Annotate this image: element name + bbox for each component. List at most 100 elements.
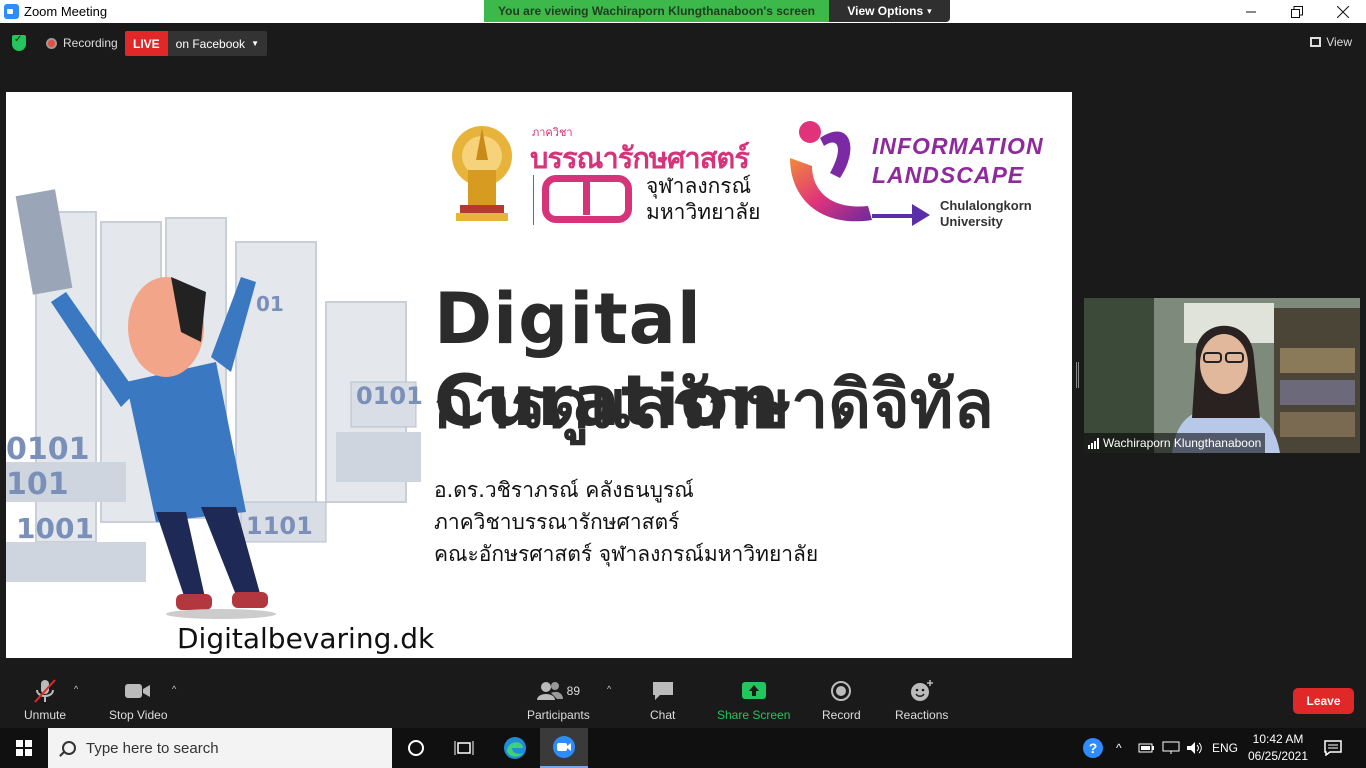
participant-name: Wachiraporn Klungthanaboon <box>1103 436 1262 450</box>
cu-logo-icon <box>542 175 632 223</box>
stop-video-button[interactable]: Stop Video <box>109 678 168 722</box>
shared-screen-slide: 0101 101 1001 0101 01 1101 Digitalbevarin… <box>6 92 1072 658</box>
view-button[interactable]: View <box>1310 35 1352 49</box>
microphone-muted-icon <box>34 679 56 703</box>
participants-count: 89 <box>566 684 581 698</box>
live-target-label: on Facebook <box>175 36 246 51</box>
live-badge: LIVE <box>125 31 168 56</box>
task-view-button[interactable] <box>440 728 488 768</box>
chevron-up-icon: ^ <box>1116 741 1122 755</box>
live-stream-indicator[interactable]: LIVE on Facebook ▼ <box>125 31 267 56</box>
lecturer-name: อ.ดร.วชิราภรณ์ คลังธนบูรณ์ <box>434 478 694 502</box>
participants-icon <box>536 682 563 700</box>
input-language-indicator[interactable]: ENG <box>1212 728 1238 768</box>
binary-decoration: 0101 <box>356 382 423 410</box>
share-screen-label: Share Screen <box>717 708 791 722</box>
leave-meeting-button[interactable]: Leave <box>1293 688 1354 714</box>
panel-splitter-handle[interactable] <box>1076 362 1079 388</box>
speaker-icon <box>1187 742 1202 754</box>
participants-button[interactable]: 89 Participants <box>527 678 590 722</box>
info-logo-line1: INFORMATION <box>872 133 1044 159</box>
view-grid-icon <box>1310 37 1322 47</box>
notifications-icon <box>1324 740 1342 756</box>
action-center-button[interactable] <box>1324 728 1342 768</box>
participant-name-bar: Wachiraporn Klungthanaboon <box>1084 433 1266 453</box>
department-logo: ภาควิชา บรรณารักษศาสตร์ จุฬาลงกรณ์ มหาวิ… <box>446 120 766 230</box>
meeting-controls-bar: Unmute ^ Stop Video ^ 89 Participants ^ <box>0 668 1366 728</box>
university-name-line2: มหาวิทยาลัย <box>646 200 761 224</box>
chevron-down-icon: ▾ <box>927 5 932 16</box>
binary-decoration: 0101 101 <box>6 432 90 502</box>
image-credit: Digitalbevaring.dk <box>177 622 435 655</box>
svg-text:?: ? <box>1089 740 1098 756</box>
record-button[interactable]: Record <box>822 678 861 722</box>
logo-divider <box>533 175 534 225</box>
binary-decoration: 1001 <box>16 512 94 545</box>
windows-logo-icon <box>16 740 32 756</box>
windows-taskbar: Type here to search ? ^ ENG 10:42 AM 06/… <box>0 728 1366 768</box>
chula-seal-icon <box>452 126 512 221</box>
lecturer-department: ภาควิชาบรรณารักษศาสตร์ <box>434 510 680 534</box>
binary-decoration: 01 <box>256 292 284 316</box>
stop-video-label: Stop Video <box>109 708 168 722</box>
security-shield-icon[interactable] <box>12 34 26 51</box>
cortana-button[interactable] <box>392 728 440 768</box>
participants-options-caret-icon[interactable]: ^ <box>607 684 611 694</box>
zoom-taskbar-button[interactable] <box>540 728 588 768</box>
taskbar-clock[interactable]: 10:42 AM 06/25/2021 <box>1240 731 1316 765</box>
help-tray-icon[interactable]: ? <box>1082 728 1104 768</box>
video-camera-icon <box>125 684 151 698</box>
video-options-caret-icon[interactable]: ^ <box>172 684 176 694</box>
arrow-right-icon <box>872 204 930 226</box>
recording-label: Recording <box>63 36 118 50</box>
view-options-button[interactable]: View Options ▾ <box>829 0 950 22</box>
view-label: View <box>1326 35 1352 49</box>
network-tray-icon[interactable] <box>1162 728 1180 768</box>
battery-tray-icon[interactable] <box>1138 728 1156 768</box>
info-landscape-swoosh-icon <box>790 121 872 222</box>
zoom-app-taskbar-icon <box>553 736 575 758</box>
chat-button[interactable]: Chat <box>650 678 675 722</box>
record-icon <box>831 681 852 701</box>
chat-label: Chat <box>650 708 676 722</box>
close-window-button[interactable] <box>1320 0 1366 23</box>
information-landscape-logo: INFORMATION LANDSCAPE Chulalongkorn Univ… <box>780 118 1065 236</box>
clock-date: 06/25/2021 <box>1247 749 1309 763</box>
volume-tray-icon[interactable] <box>1186 728 1204 768</box>
smiley-plus-icon <box>910 680 933 701</box>
participants-label: Participants <box>527 708 590 722</box>
restore-button[interactable] <box>1274 0 1320 23</box>
edge-taskbar-button[interactable] <box>491 728 539 768</box>
close-icon <box>1337 5 1349 18</box>
zoom-app-icon <box>4 4 19 19</box>
unmute-label: Unmute <box>24 708 67 722</box>
live-target-dropdown[interactable]: on Facebook ▼ <box>167 31 267 56</box>
clock-time: 10:42 AM <box>1252 732 1304 746</box>
reactions-button[interactable]: Reactions <box>895 678 948 722</box>
battery-icon <box>1138 743 1154 753</box>
show-hidden-icons-button[interactable]: ^ <box>1116 728 1122 768</box>
lecturer-faculty: คณะอักษรศาสตร์ จุฬาลงกรณ์มหาวิทยาลัย <box>434 542 819 566</box>
taskbar-search-box[interactable]: Type here to search <box>48 728 392 768</box>
minimize-button[interactable] <box>1228 0 1274 23</box>
caret-down-icon: ▼ <box>251 39 259 48</box>
binary-decoration: 1101 <box>246 512 313 540</box>
start-button[interactable] <box>0 728 48 768</box>
restore-icon <box>1291 5 1303 18</box>
audio-options-caret-icon[interactable]: ^ <box>74 684 78 694</box>
network-icon <box>1162 741 1180 754</box>
participant-video-tile[interactable]: Wachiraporn Klungthanaboon <box>1084 298 1360 453</box>
meeting-top-bar: Recording LIVE on Facebook ▼ View <box>0 23 1366 63</box>
chat-bubble-icon <box>652 682 673 700</box>
reactions-label: Reactions <box>895 708 949 722</box>
slide-title-thai: การดูแลรักษาดิจิทัล <box>434 366 994 443</box>
unmute-button[interactable]: Unmute <box>24 678 66 722</box>
viewing-screen-banner: You are viewing Wachiraporn Klungthanabo… <box>484 0 829 22</box>
info-logo-line4: University <box>940 214 1003 229</box>
recording-dot-icon <box>46 38 57 49</box>
task-view-icon <box>454 741 474 755</box>
search-icon <box>62 741 76 755</box>
filing-cabinet-illustration: 0101 101 1001 0101 01 1101 <box>6 182 426 622</box>
cortana-circle-icon <box>408 740 424 756</box>
share-screen-button[interactable]: Share Screen <box>717 678 790 722</box>
